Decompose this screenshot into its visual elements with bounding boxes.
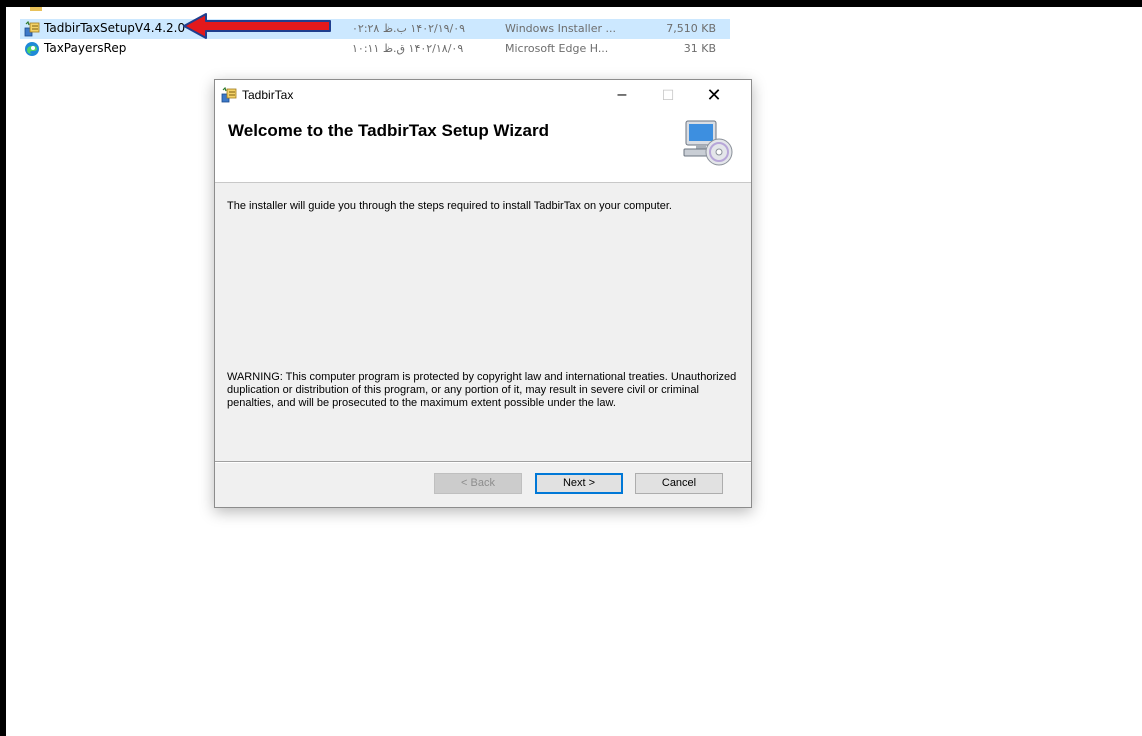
file-row-taxpayersrep[interactable]: TaxPayersRep ۱۴۰۲/۱۸/۰۹ ق.ظ ۱۰:۱۱ Micros…	[20, 39, 730, 59]
file-name: TadbirTaxSetupV4.4.2.0	[44, 21, 186, 35]
installer-icon	[221, 87, 237, 103]
button-area-divider	[215, 461, 751, 463]
maximize-button[interactable]: ☐	[645, 80, 691, 110]
dialog-titlebar[interactable]: TadbirTax – ☐ ✕	[215, 80, 751, 110]
back-button[interactable]: < Back	[434, 473, 522, 494]
wizard-heading: Welcome to the TadbirTax Setup Wizard	[228, 121, 549, 140]
file-row-tadbirtax-setup[interactable]: TadbirTaxSetupV4.4.2.0 ۱۴۰۲/۱۹/۰۹ ب.ظ ۰۲…	[20, 19, 730, 39]
next-button[interactable]: Next >	[535, 473, 623, 494]
intro-text: The installer will guide you through the…	[227, 200, 672, 212]
setup-wizard-dialog: TadbirTax – ☐ ✕ Welcome to the TadbirTax…	[214, 79, 752, 508]
folder-icon-partial	[30, 7, 42, 11]
file-size: 31 KB	[683, 42, 716, 55]
red-arrow-annotation	[183, 13, 331, 39]
file-size: 7,510 KB	[666, 22, 716, 35]
file-type: Microsoft Edge H...	[505, 42, 609, 55]
minimize-button[interactable]: –	[599, 80, 645, 110]
screenshot-border-top	[0, 0, 1142, 7]
file-type: Windows Installer ...	[505, 22, 616, 35]
wizard-banner: Welcome to the TadbirTax Setup Wizard	[215, 110, 751, 183]
file-explorer-list: TadbirTaxSetupV4.4.2.0 ۱۴۰۲/۱۹/۰۹ ب.ظ ۰۲…	[6, 7, 1142, 67]
dialog-title: TadbirTax	[242, 88, 294, 102]
cancel-button[interactable]: Cancel	[635, 473, 723, 494]
file-date: ۱۴۰۲/۱۹/۰۹ ب.ظ ۰۲:۲۸	[352, 22, 466, 35]
file-date: ۱۴۰۲/۱۸/۰۹ ق.ظ ۱۰:۱۱	[352, 42, 464, 55]
edge-icon	[25, 42, 39, 56]
file-name: TaxPayersRep	[44, 41, 127, 55]
computer-cd-icon	[683, 120, 733, 166]
installer-icon	[24, 21, 40, 37]
copyright-warning-text: WARNING: This computer program is protec…	[227, 371, 737, 409]
screenshot-border-left	[0, 0, 6, 736]
close-button[interactable]: ✕	[691, 80, 737, 110]
